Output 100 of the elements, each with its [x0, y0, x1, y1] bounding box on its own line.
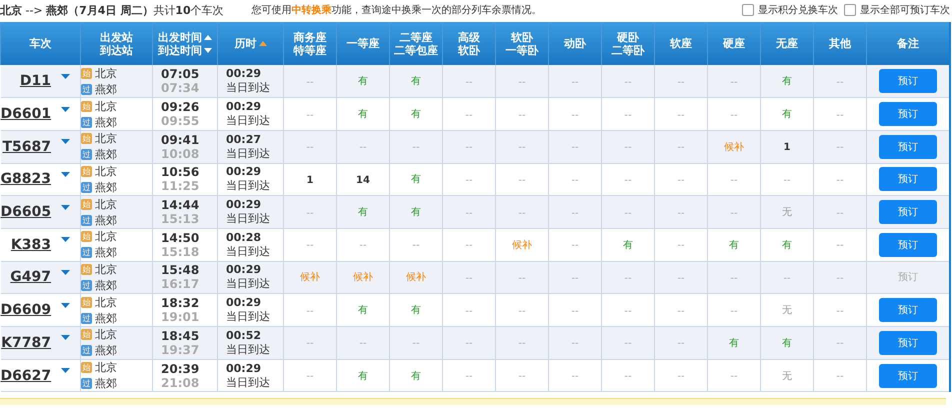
column-header: 备注: [866, 22, 950, 65]
train-number-link[interactable]: D6609: [0, 302, 52, 318]
seat-availability: --: [677, 240, 685, 252]
train-number-link[interactable]: G8823: [0, 171, 51, 188]
seat-availability: --: [518, 272, 526, 284]
seat-availability: --: [836, 174, 844, 186]
book-button[interactable]: 预订: [878, 200, 937, 224]
arrival-day: 当日到达: [226, 309, 270, 324]
seat-availability: --: [624, 142, 632, 154]
train-number-link[interactable]: D6601: [0, 106, 52, 122]
station-name: 北京: [95, 327, 117, 342]
seat-availability: 有: [358, 305, 368, 316]
dropdown-caret-icon[interactable]: [61, 204, 70, 210]
checkbox[interactable]: [844, 4, 856, 16]
dropdown-caret-icon[interactable]: [61, 106, 70, 112]
seat-availability: --: [571, 306, 579, 317]
station-name: 北京: [95, 66, 117, 81]
column-header: 硬座: [708, 22, 760, 65]
seat-availability: --: [730, 371, 738, 382]
seat-availability: --: [518, 142, 526, 154]
arrival-time: 10:08: [161, 146, 200, 161]
seat-availability: --: [465, 76, 473, 88]
seat-availability: --: [836, 240, 844, 252]
book-button[interactable]: 预订: [878, 298, 937, 322]
seat-availability: 有: [782, 76, 792, 88]
stop-badge: 过: [81, 214, 92, 226]
book-button[interactable]: 预订: [878, 134, 937, 159]
checkbox-label: 显示全部可预订车次: [860, 4, 950, 17]
seat-availability: 无: [782, 207, 792, 218]
seat-availability: --: [730, 306, 738, 317]
arrival-time: 21:08: [161, 376, 200, 390]
departure-time: 18:32: [161, 296, 200, 310]
seat-availability: --: [677, 306, 685, 317]
seat-availability: --: [571, 142, 579, 154]
stop-badge: 过: [81, 280, 92, 291]
seat-availability: --: [306, 306, 314, 317]
seat-availability: --: [306, 240, 314, 252]
train-number-link[interactable]: G497: [10, 269, 51, 286]
dropdown-caret-icon[interactable]: [61, 172, 70, 177]
dropdown-caret-icon[interactable]: [61, 270, 70, 275]
origin-badge: 始: [81, 166, 92, 177]
column-header[interactable]: 出发时间 到达时间: [152, 22, 218, 65]
station-name: 北京: [95, 98, 117, 114]
duration: 00:29: [226, 263, 262, 276]
dropdown-caret-icon[interactable]: [61, 237, 70, 242]
seat-availability: --: [465, 174, 473, 186]
duration: 00:28: [226, 230, 262, 244]
transfer-link[interactable]: 中转换乘: [292, 5, 332, 16]
sort-down-icon[interactable]: [204, 48, 212, 52]
book-button[interactable]: 预订: [878, 167, 937, 192]
book-button[interactable]: 预订: [878, 69, 937, 94]
dropdown-caret-icon[interactable]: [61, 368, 70, 374]
seat-availability: 候补: [512, 240, 532, 251]
train-number-link[interactable]: K7787: [1, 334, 51, 351]
seat-availability: --: [359, 142, 367, 154]
duration: 00:27: [226, 132, 262, 146]
book-button[interactable]: 预订: [878, 364, 937, 388]
dropdown-caret-icon[interactable]: [61, 74, 70, 79]
station-name: 北京: [95, 229, 117, 244]
book-button[interactable]: 预订: [878, 330, 937, 355]
origin-badge: 始: [81, 231, 92, 242]
seat-availability: 有: [358, 109, 368, 120]
station-name: 燕郊: [95, 245, 117, 260]
seat-availability: 有: [358, 76, 368, 88]
train-number-link[interactable]: K383: [10, 236, 51, 253]
train-number-link[interactable]: D11: [20, 73, 51, 90]
seat-availability: --: [571, 371, 579, 382]
seat-availability: --: [624, 338, 632, 350]
dropdown-caret-icon[interactable]: [61, 302, 70, 308]
train-number-link[interactable]: D6627: [0, 368, 52, 384]
stop-badge: 过: [81, 247, 92, 258]
train-number-link[interactable]: T5687: [2, 138, 51, 155]
dropdown-caret-icon[interactable]: [61, 335, 70, 340]
seat-availability: --: [412, 240, 420, 252]
seat-availability: 有: [782, 109, 792, 120]
origin-badge: 始: [81, 296, 92, 308]
column-header[interactable]: 历时: [218, 22, 284, 65]
seat-availability: --: [836, 208, 844, 219]
station-name: 北京: [95, 262, 117, 277]
seat-availability: --: [836, 110, 844, 121]
dropdown-caret-icon[interactable]: [61, 139, 70, 144]
book-button[interactable]: 预订: [878, 232, 937, 257]
seat-availability: --: [677, 76, 685, 88]
book-button[interactable]: 预订: [878, 102, 937, 126]
seat-availability: --: [465, 371, 473, 382]
checkbox[interactable]: [742, 4, 754, 16]
train-number-link[interactable]: D6605: [0, 204, 52, 220]
seat-availability: --: [518, 338, 526, 350]
seat-availability: --: [571, 174, 579, 186]
seat-availability: --: [465, 338, 473, 350]
column-header: 出发站 到达站: [80, 22, 152, 65]
seat-availability: --: [677, 174, 685, 186]
sort-up-icon[interactable]: [204, 34, 212, 40]
seat-availability: --: [836, 306, 844, 317]
seat-availability: 候补: [724, 142, 744, 153]
departure-time: 09:26: [161, 100, 200, 114]
departure-time: 18:45: [161, 328, 200, 343]
seat-availability: --: [571, 272, 579, 284]
seat-availability: --: [730, 110, 738, 121]
arrival-time: 15:13: [161, 212, 200, 226]
